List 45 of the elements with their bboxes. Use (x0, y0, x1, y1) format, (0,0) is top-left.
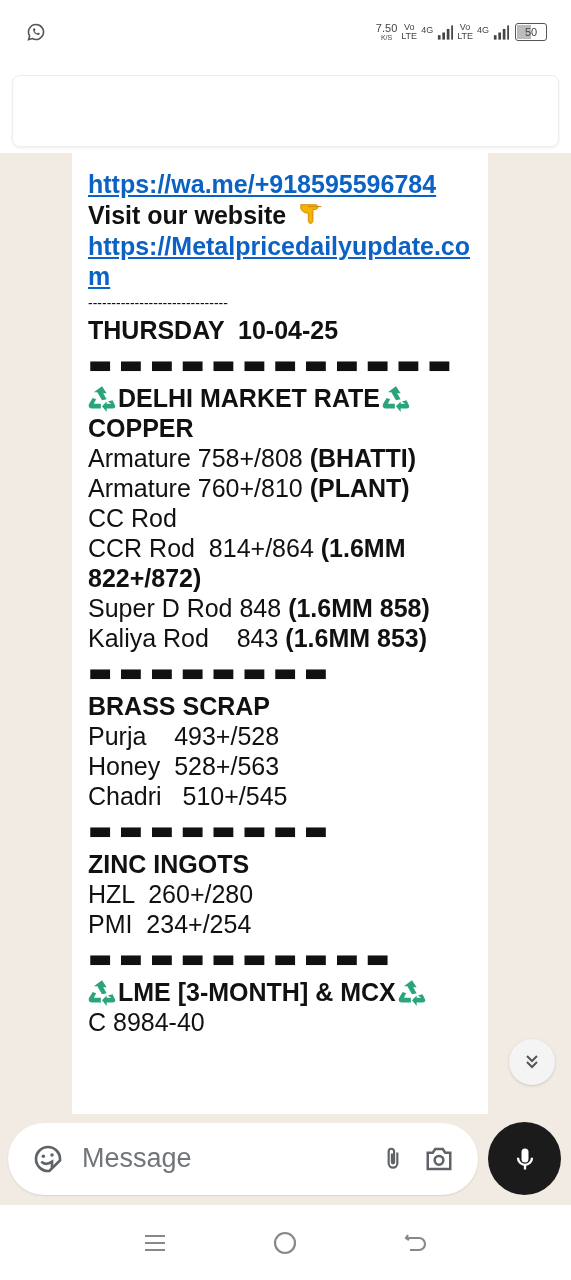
whatsapp-icon (26, 22, 46, 42)
message-field[interactable]: Message (8, 1122, 478, 1195)
signal-icon (493, 24, 509, 40)
recycle-icon (88, 384, 116, 412)
message-text: Visit our website (88, 200, 287, 230)
message-text: Purja 493+/528 (88, 721, 281, 751)
message-text: ZINC INGOTS (88, 849, 251, 879)
signal-icon (437, 24, 454, 40)
network-type: 4G (477, 25, 489, 35)
message-text: COPPER (88, 413, 195, 443)
recycle-icon (88, 978, 116, 1006)
message-text: THURSDAY 10-04-25 (88, 315, 340, 345)
home-icon[interactable] (272, 1230, 297, 1255)
message-link[interactable]: https://wa.me/+918595596784 (88, 169, 474, 199)
message-text: CC Rod (88, 503, 178, 533)
section-heading: LME [3-MONTH] & MCX (118, 977, 396, 1007)
message-text: Armature 760+/810 (PLANT) (88, 473, 411, 503)
network-type: 4G (421, 25, 434, 35)
battery-icon: 50 (515, 23, 547, 41)
message-input[interactable]: Message (80, 1142, 364, 1175)
volte-label: LTE (457, 32, 473, 41)
volte-label: Vo (403, 23, 415, 32)
dash-line: ▬ ▬ ▬ ▬ ▬ ▬ ▬ ▬ (88, 814, 329, 847)
message-text: Kaliya Rod 843 (1.6MM 853) (88, 623, 429, 653)
message-text: Chadri 510+/545 (88, 781, 289, 811)
message-text: C 8984-40 (88, 1007, 206, 1037)
recycle-icon (397, 978, 426, 1006)
message-text: Honey 528+/563 (88, 751, 281, 781)
dash-line: ▬ ▬ ▬ ▬ ▬ ▬ ▬ ▬ ▬ ▬ (88, 942, 391, 975)
message-text: PMI 234+/254 (88, 909, 253, 939)
dash-line: ▬ ▬ ▬ ▬ ▬ ▬ ▬ ▬ (88, 656, 329, 689)
message-text: HZL 260+/280 (88, 879, 255, 909)
message-text: BRASS SCRAP (88, 691, 271, 721)
section-heading: DELHI MARKET RATE (118, 383, 381, 413)
dash-line: ------------------------------ (88, 294, 229, 313)
volte-label: Vo (459, 23, 471, 32)
message-link[interactable]: https://Metalpricedailyupdate.com (88, 231, 474, 291)
message-text: CCR Rod 814+/864 (1.6MM 822+/872) (88, 533, 407, 593)
volte-label: LTE (401, 32, 418, 41)
dash-line: ▬ ▬ ▬ ▬ ▬ ▬ ▬ ▬ ▬ ▬ ▬ ▬ (88, 348, 452, 381)
network-speed: 7.50 (375, 23, 398, 34)
message-text: Armature 758+/808 (BHATTI) (88, 443, 418, 473)
scroll-down-button[interactable] (509, 1039, 555, 1085)
recycle-icon (382, 384, 411, 412)
message-text: Super D Rod 848 (1.6MM 858) (88, 593, 431, 623)
